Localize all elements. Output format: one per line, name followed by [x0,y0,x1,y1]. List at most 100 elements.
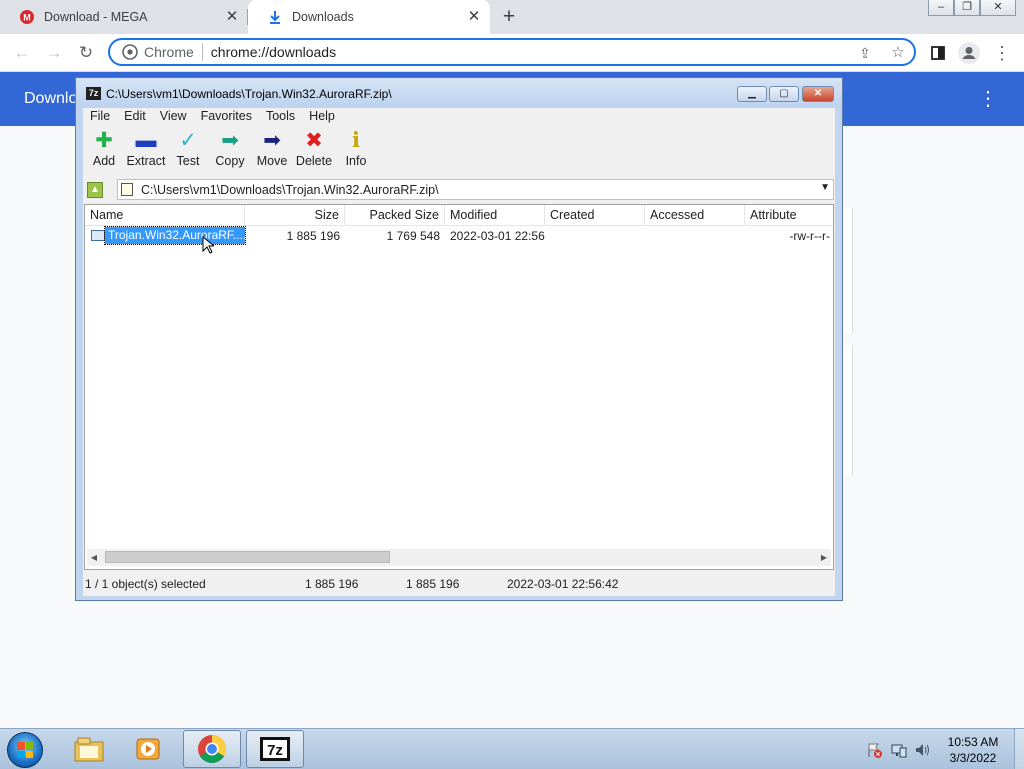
windows-logo-icon [17,742,33,758]
toolbar-label: Extract [126,154,166,168]
reload-button[interactable]: ↻ [74,41,98,65]
menu-view[interactable]: View [153,108,194,126]
download-card-edge [842,345,853,475]
volume-icon[interactable] [914,742,930,758]
minimize-window-button[interactable]: – [928,0,954,16]
status-size: 1 885 196 [305,577,359,591]
toolbar-add-button[interactable]: ✚ Add [83,128,125,176]
column-packed-size[interactable]: Packed Size [345,205,445,225]
action-center-flag-icon[interactable] [866,742,882,758]
toolbar-label: Move [256,154,288,168]
close-tab-icon[interactable]: ✕ [466,9,482,25]
close-button[interactable]: ✕ [802,86,834,102]
menu-favorites[interactable]: Favorites [194,108,259,126]
bookmark-star-icon[interactable]: ☆ [886,41,910,65]
maximize-button[interactable]: ▢ [769,86,799,102]
move-icon: ➡ [263,129,281,152]
menu-edit[interactable]: Edit [117,108,153,126]
path-text: C:\Users\vm1\Downloads\Trojan.Win32.Auro… [141,183,439,197]
extract-icon: ▬ [135,129,157,152]
explorer-taskbar-button[interactable] [60,730,118,768]
sevenzip-title-bar[interactable]: 7z C:\Users\vm1\Downloads\Trojan.Win32.A… [76,78,842,108]
mouse-cursor-icon [202,236,214,254]
tab-downloads[interactable]: Downloads ✕ [248,0,490,34]
column-accessed[interactable]: Accessed [645,205,745,225]
file-modified-cell: 2022-03-01 22:56 [450,229,545,243]
7zip-taskbar-button[interactable]: 7z [246,730,304,768]
column-name[interactable]: Name [85,205,245,225]
column-attributes[interactable]: Attribute [745,205,835,225]
show-desktop-button[interactable] [1014,729,1024,769]
toolbar-extract-button[interactable]: ▬ Extract [125,128,167,176]
status-modified: 2022-03-01 22:56:42 [507,577,619,591]
omnibox-chip-label: Chrome [144,44,194,60]
clock-date: 3/3/2022 [949,751,997,765]
status-selection: 1 / 1 object(s) selected [85,577,206,591]
info-icon: ℹ [352,129,360,152]
toolbar-test-button[interactable]: ✓ Test [167,128,209,176]
status-packed: 1 885 196 [406,577,460,591]
taskbar: 7z 10:53 AM 3/3/2022 [0,728,1024,769]
file-accessed-cell [645,227,745,245]
browser-tab-strip: M Download - MEGA ✕ Downloads ✕ + – ❐ ✕ [0,0,1024,34]
parent-folder-icon[interactable]: ▲ [87,182,103,198]
address-bar[interactable]: Chrome chrome://downloads [108,38,916,66]
toolbar-info-button[interactable]: ℹ Info [335,128,377,176]
column-size[interactable]: Size [245,205,345,225]
share-icon[interactable]: ⇪ [853,41,877,65]
network-icon[interactable] [891,742,907,758]
tab-title: Download - MEGA [44,10,148,24]
close-window-button[interactable]: ✕ [980,0,1016,16]
column-created[interactable]: Created [545,205,645,225]
toolbar-label: Add [92,154,116,168]
status-bar: 1 / 1 object(s) selected 1 885 196 1 885… [83,574,835,594]
close-tab-icon[interactable]: ✕ [224,9,240,25]
file-icon [91,230,105,241]
menu-help[interactable]: Help [302,108,342,126]
scrollbar-thumb[interactable] [105,551,390,563]
column-modified[interactable]: Modified [445,205,545,225]
file-name-cell[interactable]: Trojan.Win32.AuroraRF.... [89,226,247,254]
menu-tools[interactable]: Tools [259,108,302,126]
svg-text:7z: 7z [267,742,283,759]
horizontal-scrollbar[interactable]: ◀ ▶ [87,549,831,566]
delete-icon: ✖ [305,129,323,152]
media-player-taskbar-button[interactable] [120,730,178,768]
back-button[interactable]: ← [10,41,34,65]
file-attributes-cell: -rw-r--r- [789,229,830,243]
chrome-icon [198,735,226,763]
scroll-right-icon[interactable]: ▶ [817,549,831,566]
path-combobox[interactable]: C:\Users\vm1\Downloads\Trojan.Win32.Auro… [117,179,834,200]
side-panel-icon[interactable] [926,41,950,65]
more-options-icon[interactable]: ⋮ [978,86,998,111]
maximize-window-button[interactable]: ❐ [954,0,980,16]
chevron-down-icon[interactable]: ▼ [820,182,830,193]
toolbar-delete-button[interactable]: ✖ Delete [293,128,335,176]
toolbar-label: Copy [215,154,245,168]
toolbar-move-button[interactable]: ➡ Move [251,128,293,176]
profile-avatar-icon[interactable] [957,41,981,65]
new-tab-button[interactable]: + [498,6,520,28]
chrome-menu-icon[interactable]: ⋮ [990,41,1014,65]
chrome-taskbar-button[interactable] [183,730,241,768]
chrome-logo-icon [122,44,138,60]
omnibox-divider [201,43,203,61]
minimize-button[interactable]: ▁ [737,86,767,102]
file-size-cell: 1 885 196 [286,229,340,243]
window-title: C:\Users\vm1\Downloads\Trojan.Win32.Auro… [106,87,392,101]
toolbar-copy-button[interactable]: ➡ Copy [209,128,251,176]
toolbar-label: Delete [295,154,333,168]
scroll-left-icon[interactable]: ◀ [87,549,101,566]
start-button[interactable] [7,732,43,768]
list-header: Name Size Packed Size Modified Created A… [85,205,833,226]
forward-button[interactable]: → [42,41,66,65]
system-clock[interactable]: 10:53 AM 3/3/2022 [938,734,1008,766]
toolbar-label: Info [345,154,367,168]
explorer-icon [74,737,104,762]
sevenzip-window: 7z C:\Users\vm1\Downloads\Trojan.Win32.A… [75,77,843,601]
tab-download-mega[interactable]: M Download - MEGA ✕ [0,0,248,34]
menu-file[interactable]: File [83,108,117,126]
clock-time: 10:53 AM [947,735,999,749]
browser-toolbar: ← → ↻ Chrome chrome://downloads ⇪ ☆ ⋮ [0,34,1024,72]
test-icon: ✓ [179,129,197,152]
